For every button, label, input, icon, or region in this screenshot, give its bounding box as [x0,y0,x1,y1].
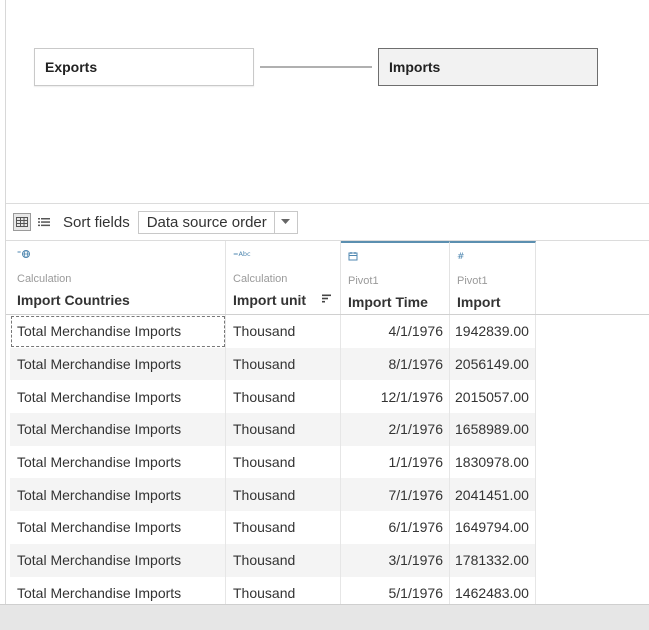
cell-import[interactable]: 1658989.00 [450,413,536,446]
cell-import-unit[interactable]: Thousand [226,315,341,348]
table-row: Total Merchandise Imports Thousand 4/1/1… [10,315,536,348]
cell-import[interactable]: 2041451.00 [450,478,536,512]
table-row: Total Merchandise Imports Thousand 7/1/1… [10,478,536,512]
cell-import[interactable]: 1830978.00 [450,445,536,479]
sort-fields-value: Data source order [146,213,267,231]
table-row: Total Merchandise Imports Thousand 12/1/… [10,380,536,414]
svg-text:=Abc: =Abc [233,250,251,258]
table-row: Total Merchandise Imports Thousand 2/1/1… [10,413,536,446]
table-card-imports[interactable]: Imports [378,48,598,86]
table-card-label: Exports [45,59,98,75]
cell-import-time[interactable]: 12/1/1976 [341,380,450,414]
dropdown-arrow[interactable] [273,211,297,233]
cell-import-unit[interactable]: Thousand [226,380,341,414]
column-header-import-countries[interactable]: = Calculation Import Countries [10,241,226,314]
cell-import-unit[interactable]: Thousand [226,478,341,512]
cell-import-countries[interactable]: Total Merchandise Imports [10,511,226,544]
svg-text:=: = [17,250,21,256]
table-card-exports[interactable]: Exports [34,48,254,86]
cell-import-unit[interactable]: Thousand [226,347,341,381]
column-origin: Pivot1 [457,275,488,287]
grid-view-button[interactable] [13,213,31,231]
cell-import[interactable]: 1781332.00 [450,543,536,577]
cell-import[interactable]: 2015057.00 [450,380,536,414]
cell-import-time[interactable]: 2/1/1976 [341,413,450,446]
cell-import-unit[interactable]: Thousand [226,543,341,577]
cell-import-time[interactable]: 7/1/1976 [341,478,450,512]
column-name[interactable]: Import [457,294,501,310]
column-name[interactable]: Import Countries [17,292,130,308]
sort-fields-dropdown[interactable]: Data source order [137,210,298,234]
cell-import-unit[interactable]: Thousand [226,511,341,544]
cell-import-time[interactable]: 3/1/1976 [341,543,450,577]
chevron-down-icon [281,219,291,224]
cell-import[interactable]: 1942839.00 [450,315,536,348]
cell-import-countries[interactable]: Total Merchandise Imports [10,347,226,381]
column-origin: Calculation [17,273,72,285]
column-header-import-time[interactable]: Pivot1 Import Time [341,241,450,314]
cell-import-countries[interactable]: Total Merchandise Imports [10,445,226,479]
sort-fields-label: Sort fields [63,213,130,231]
table-row: Total Merchandise Imports Thousand 3/1/1… [10,543,536,577]
cell-import[interactable]: 1649794.00 [450,511,536,544]
list-view-icon [38,218,50,227]
table-row: Total Merchandise Imports Thousand 8/1/1… [10,347,536,381]
cell-import-time[interactable]: 4/1/1976 [341,315,450,348]
svg-text:#: # [457,252,465,261]
column-origin: Calculation [233,273,288,285]
cell-import-time[interactable]: 8/1/1976 [341,347,450,381]
column-name[interactable]: Import Time [348,294,428,310]
cell-import-countries[interactable]: Total Merchandise Imports [10,478,226,512]
cell-import-countries[interactable]: Total Merchandise Imports [10,315,226,348]
data-grid-rows: Total Merchandise Imports Thousand 4/1/1… [10,315,536,610]
number-icon: # [457,252,465,261]
relationship-line[interactable] [260,66,372,68]
column-header-import[interactable]: # Pivot1 Import [450,241,536,314]
column-origin: Pivot1 [348,275,379,287]
list-view-button[interactable] [35,213,53,231]
globe-abc-icon: = [17,250,30,258]
cell-import[interactable]: 2056149.00 [450,347,536,381]
sort-icon[interactable] [322,294,332,303]
grid-view-icon [16,217,28,227]
cell-import-countries[interactable]: Total Merchandise Imports [10,413,226,446]
abc-icon: =Abc [233,250,251,258]
cell-import-countries[interactable]: Total Merchandise Imports [10,543,226,577]
calendar-icon [348,252,358,261]
cell-import-unit[interactable]: Thousand [226,445,341,479]
column-name[interactable]: Import unit [233,292,306,308]
cell-import-time[interactable]: 6/1/1976 [341,511,450,544]
column-header-import-unit[interactable]: =Abc Calculation Import unit [226,241,341,314]
cell-import-countries[interactable]: Total Merchandise Imports [10,380,226,414]
cell-import-time[interactable]: 1/1/1976 [341,445,450,479]
table-row: Total Merchandise Imports Thousand 1/1/1… [10,445,536,479]
relationship-canvas[interactable] [6,0,649,203]
table-row: Total Merchandise Imports Thousand 6/1/1… [10,511,536,544]
table-card-label: Imports [389,59,441,75]
data-grid-toolbar: Sort fields Data source order [6,204,649,240]
cell-import-unit[interactable]: Thousand [226,413,341,446]
column-headers: = Calculation Import Countries =Abc Calc… [10,241,536,314]
horizontal-scrollbar[interactable] [0,604,649,630]
